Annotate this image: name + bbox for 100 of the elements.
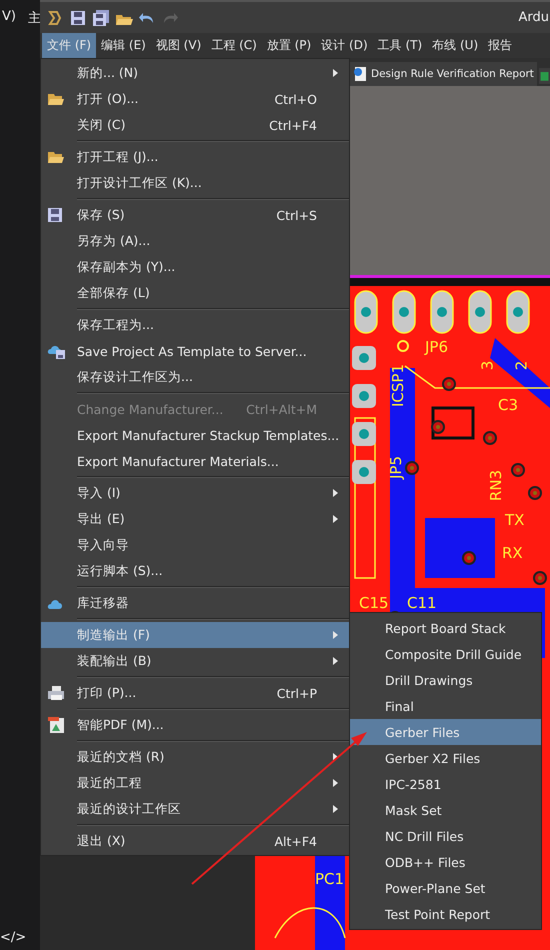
menu-item[interactable]: 全部保存 (L)	[41, 280, 349, 306]
submenu-item[interactable]: Composite Drill Guide	[350, 641, 541, 667]
pcb-label: C11	[407, 596, 437, 611]
pcb-label: JP6	[425, 340, 448, 355]
menu-item-label: 保存副本为 (Y)...	[77, 258, 176, 276]
cloud-save-icon	[47, 343, 67, 359]
menu-bar-item[interactable]: 设计 (D)	[316, 33, 373, 58]
pcb-label: PC1	[315, 872, 344, 887]
code-icon-text: </>	[0, 930, 26, 945]
submenu-item[interactable]: ODB++ Files	[350, 849, 541, 875]
submenu-item[interactable]: Power-Plane Set	[350, 875, 541, 901]
submenu-item[interactable]: Gerber X2 Files	[350, 745, 541, 771]
menu-item-label: 装配输出 (B)	[77, 652, 152, 670]
menu-bar-item[interactable]: 放置 (P)	[262, 33, 316, 58]
save-all-icon[interactable]	[93, 10, 109, 26]
pad-drawing	[352, 460, 376, 484]
menu-item-label: 退出 (X)	[77, 832, 126, 850]
menu-item[interactable]: 导入向导	[41, 532, 349, 558]
window-title: Ardu	[518, 10, 549, 25]
menu-item[interactable]: 保存副本为 (Y)...	[41, 254, 349, 280]
menu-bar-item[interactable]: 文件 (F)	[42, 33, 96, 58]
menu-item[interactable]: 打开工程 (J)...	[41, 144, 349, 170]
pdf-icon	[47, 716, 65, 734]
menu-item[interactable]: 智能PDF (M)...	[41, 712, 349, 738]
menu-item[interactable]: Export Manufacturer Stackup Templates...	[41, 422, 349, 448]
submenu-item[interactable]: Gerber Files	[350, 719, 541, 745]
tab-label: Design Rule Verification Report	[371, 68, 534, 80]
submenu-item[interactable]: Final	[350, 693, 541, 719]
background-text: 主	[28, 10, 41, 27]
pcb-label: 3	[480, 360, 496, 370]
menu-item[interactable]: 保存工程为...	[41, 312, 349, 338]
cloud-icon	[47, 598, 63, 610]
menu-item[interactable]: 库迁移器	[41, 590, 349, 616]
menu-bar-item[interactable]: 视图 (V)	[150, 33, 206, 58]
menu-bar-item[interactable]: 工具 (T)	[372, 33, 428, 58]
menu-item[interactable]: 保存 (S) Ctrl+S	[41, 202, 349, 228]
pcb-label: C15	[359, 596, 389, 611]
copper-area	[425, 518, 495, 578]
pcb-label: RN3	[489, 470, 504, 502]
pin-marker	[397, 340, 409, 352]
menu-item[interactable]: 装配输出 (B)	[41, 648, 349, 674]
undo-icon[interactable]	[139, 12, 153, 22]
menu-item[interactable]: 保存设计工作区为...	[41, 364, 349, 390]
menu-bar-item[interactable]: 报告	[483, 33, 518, 58]
menu-item[interactable]: 最近的设计工作区	[41, 796, 349, 822]
folder-icon[interactable]	[116, 14, 133, 24]
menu-item[interactable]: Export Manufacturer Materials...	[41, 448, 349, 474]
menu-item[interactable]: 导入 (I)	[41, 480, 349, 506]
menu-bar-item[interactable]: 工程 (C)	[206, 33, 262, 58]
pcb-label: ICSP1	[391, 364, 406, 407]
menu-item-label: 新的... (N)	[77, 64, 138, 82]
spreadsheet-tab-icon[interactable]	[538, 66, 550, 86]
menu-bar-item[interactable]: 布线 (U)	[427, 33, 484, 58]
submenu-item[interactable]: Report Board Stack	[350, 615, 541, 641]
menu-item[interactable]: 打开 (O)... Ctrl+O	[41, 86, 349, 112]
menu-item-label: 最近的设计工作区	[77, 800, 181, 818]
save-icon[interactable]	[71, 10, 85, 24]
pcb-label: C3	[498, 398, 518, 413]
pad-drawing	[430, 290, 454, 334]
menu-item-label: 关闭 (C)	[77, 116, 126, 134]
save-icon	[47, 207, 63, 223]
menu-item[interactable]: 打开设计工作区 (K)...	[41, 170, 349, 196]
menu-item[interactable]: 导出 (E)	[41, 506, 349, 532]
via-drawing	[483, 431, 497, 445]
via-drawing	[462, 551, 476, 565]
menu-item[interactable]: 打印 (P)... Ctrl+P	[41, 680, 349, 706]
menu-item-label: 另存为 (A)...	[77, 232, 150, 250]
menu-item[interactable]: 最近的文档 (R)	[41, 744, 349, 770]
menu-item[interactable]: 新的... (N)	[41, 60, 349, 86]
menu-item-label: 导入 (I)	[77, 484, 120, 502]
document-icon	[353, 66, 367, 82]
menu-item-label: 打开工程 (J)...	[77, 148, 158, 166]
menu-item[interactable]: 制造输出 (F)	[41, 622, 349, 648]
submenu-item[interactable]: Test Point Report	[350, 901, 541, 927]
menu-item[interactable]: 关闭 (C) Ctrl+F4	[41, 112, 349, 138]
submenu-item[interactable]: NC Drill Files	[350, 823, 541, 849]
menu-item-label: 保存 (S)	[77, 206, 125, 224]
pad-drawing	[352, 346, 376, 370]
menu-item[interactable]: 最近的工程	[41, 770, 349, 796]
menu-item-label: 最近的工程	[77, 774, 142, 792]
menu-item-label: 导入向导	[77, 536, 129, 554]
menu-bar-item[interactable]: 编辑 (E)	[96, 33, 151, 58]
submenu-item[interactable]: IPC-2581	[350, 771, 541, 797]
document-tab[interactable]: Design Rule Verification Report	[350, 62, 537, 86]
menu-item-label: 保存设计工作区为...	[77, 368, 193, 386]
menu-item[interactable]: 退出 (X) Alt+F4	[41, 828, 349, 854]
menu-item[interactable]: Save Project As Template to Server...	[41, 338, 349, 364]
pad-drawing	[392, 290, 416, 334]
menu-item[interactable]: 运行脚本 (S)...	[41, 558, 349, 584]
submenu-item[interactable]: Drill Drawings	[350, 667, 541, 693]
submenu-item[interactable]: Mask Set	[350, 797, 541, 823]
menu-item-label: 保存工程为...	[77, 316, 154, 334]
pcb-label: 2	[514, 360, 530, 370]
app-logo-icon[interactable]	[48, 10, 62, 24]
menu-item-label: Save Project As Template to Server...	[77, 344, 307, 358]
via-drawing	[533, 571, 547, 585]
pad-drawing	[352, 384, 376, 408]
menu-item[interactable]: 另存为 (A)...	[41, 228, 349, 254]
menu-item-label: 运行脚本 (S)...	[77, 562, 163, 580]
pad-drawing	[468, 290, 492, 334]
